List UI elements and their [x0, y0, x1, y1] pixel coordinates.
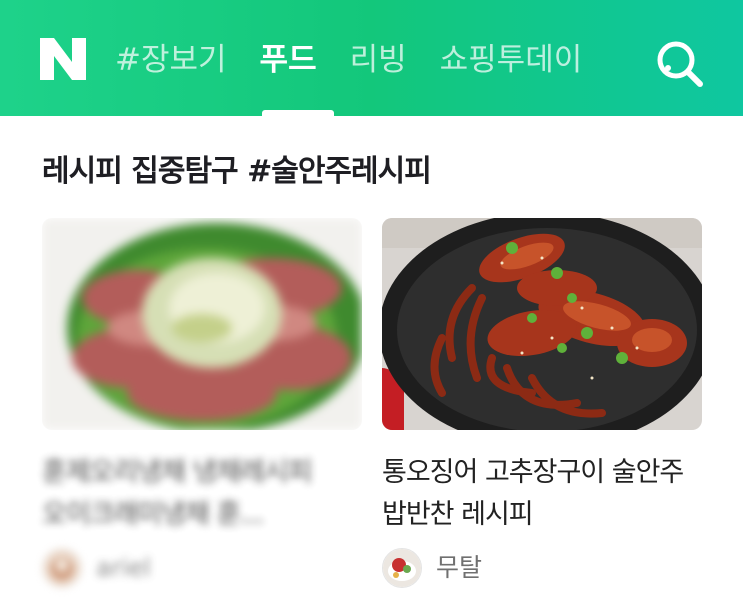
search-button[interactable]: [654, 36, 706, 88]
section-title: 레시피 집중탐구 #술안주레시피: [42, 154, 432, 189]
recipe-thumbnail: [42, 218, 362, 430]
recipe-card[interactable]: 통오징어 고추장구이 술안주 밥반찬 레시피 무탈: [382, 218, 702, 588]
recipe-card[interactable]: 훈제오리냉채 냉채레시피 오이크래미냉채 훈... ariel: [42, 218, 362, 588]
author-avatar: [42, 548, 82, 588]
top-header: #장보기 푸드 리빙 쇼핑투데이: [0, 0, 743, 116]
author-name: 무탈: [436, 553, 483, 582]
tab-shopping-today[interactable]: 쇼핑투데이: [440, 36, 583, 84]
recipe-author[interactable]: 무탈: [382, 548, 702, 588]
search-icon: [657, 41, 703, 87]
recipe-title[interactable]: 통오징어 고추장구이 술안주 밥반찬 레시피: [382, 452, 692, 536]
author-name: ariel: [96, 553, 151, 582]
naver-logo[interactable]: [40, 38, 86, 80]
recipe-thumbnail: [382, 218, 702, 430]
recipe-author[interactable]: ariel: [42, 548, 362, 588]
active-tab-indicator: [262, 110, 334, 116]
category-tabs: #장보기 푸드 리빙 쇼핑투데이: [115, 36, 615, 84]
tab-living[interactable]: 리빙: [350, 36, 407, 84]
tab-shopping[interactable]: #장보기: [115, 36, 227, 84]
tab-food[interactable]: 푸드: [260, 36, 317, 84]
recipe-title[interactable]: 훈제오리냉채 냉채레시피 오이크래미냉채 훈...: [42, 452, 352, 536]
author-avatar: [382, 548, 422, 588]
